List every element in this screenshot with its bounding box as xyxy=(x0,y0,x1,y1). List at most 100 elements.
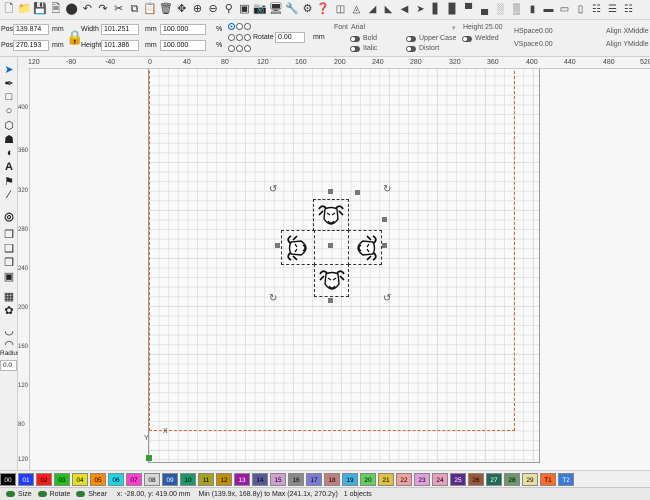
scale-handle-right[interactable] xyxy=(382,243,387,248)
rotate-toggle-switch[interactable] xyxy=(37,491,47,497)
skew-handle-top[interactable] xyxy=(355,190,360,195)
align-bottom-icon[interactable]: ▄ xyxy=(478,3,491,16)
palette-swatch-23[interactable]: 23 xyxy=(414,472,430,486)
ypos-input[interactable]: 270.193 xyxy=(13,40,49,51)
anchor-bottom-right-radio[interactable] xyxy=(244,45,251,52)
cut-out-icon[interactable]: ⬤ xyxy=(65,3,79,17)
measure-icon[interactable]: ∕ xyxy=(2,188,16,202)
welded-toggle[interactable] xyxy=(462,36,472,42)
width-percent-input[interactable]: 100.000 xyxy=(160,24,206,35)
group-icon[interactable]: ◫ xyxy=(334,3,347,16)
tools-icon[interactable]: 🔧 xyxy=(285,3,299,17)
palette-swatch-05[interactable]: 05 xyxy=(90,472,106,486)
boolean-subtract-icon[interactable]: ❒ xyxy=(2,255,16,269)
align-center-h-icon[interactable]: ░ xyxy=(494,3,507,16)
palette-swatch-03[interactable]: 03 xyxy=(54,472,70,486)
palette-swatch-07[interactable]: 07 xyxy=(126,472,142,486)
scale-handle-top[interactable] xyxy=(328,189,333,194)
make-same-height-icon[interactable]: ▯ xyxy=(574,3,587,16)
edit-nodes-icon[interactable]: ✒ xyxy=(2,76,16,90)
anchor-center-radio[interactable] xyxy=(236,34,243,41)
shear-toggle-switch[interactable] xyxy=(76,491,86,497)
ellipse-tool-icon[interactable]: ○ xyxy=(2,104,16,118)
copy-icon[interactable]: ⧉ xyxy=(128,3,142,17)
font-dropdown-arrow[interactable]: ▾ xyxy=(452,24,456,32)
align-left-icon[interactable]: ▋ xyxy=(430,3,443,16)
help-icon[interactable]: ❓ xyxy=(316,3,330,17)
rotate-handle-top-right[interactable]: ↻ xyxy=(383,185,391,195)
align-top-icon[interactable]: ▀ xyxy=(462,3,475,16)
palette-swatch-25[interactable]: 25 xyxy=(450,472,466,486)
width-input[interactable]: 101.251 xyxy=(101,24,139,35)
palette-swatch-22[interactable]: 22 xyxy=(396,472,412,486)
grid-array-icon[interactable]: ▦ xyxy=(2,289,16,303)
send-icon[interactable]: ➤ xyxy=(414,3,427,16)
rectangle-tool-icon[interactable]: □ xyxy=(2,90,16,104)
align-x-select[interactable]: Middle xyxy=(628,28,649,35)
spacing-icon[interactable]: ☰ xyxy=(606,3,619,16)
palette-swatch-26[interactable]: 26 xyxy=(468,472,484,486)
vspace-input[interactable]: 0.00 xyxy=(539,41,553,48)
selected-bull-top[interactable] xyxy=(313,199,349,231)
paste-icon[interactable]: 📋 xyxy=(143,3,157,17)
palette-swatch-06[interactable]: 06 xyxy=(108,472,124,486)
palette-swatch-00[interactable]: 00 xyxy=(0,472,16,486)
weld-icon[interactable]: ❐ xyxy=(2,227,16,241)
upper-case-toggle[interactable] xyxy=(406,36,416,42)
zoom-fit-icon[interactable]: ⚲ xyxy=(222,3,236,17)
palette-swatch-14[interactable]: 14 xyxy=(252,472,268,486)
settings-icon[interactable]: ⚙ xyxy=(301,3,315,17)
zoom-out-icon[interactable]: ⊖ xyxy=(206,3,220,17)
save-as-icon[interactable]: 🗎 xyxy=(49,3,63,17)
rotate-input[interactable]: 0.00 xyxy=(275,32,305,43)
delete-icon[interactable]: 🗑 xyxy=(159,3,173,17)
scale-handle-left[interactable] xyxy=(275,243,280,248)
anchor-middle-right-radio[interactable] xyxy=(244,34,251,41)
rotate-handle-bottom-left[interactable]: ↻ xyxy=(269,294,277,304)
palette-swatch-21[interactable]: 21 xyxy=(378,472,394,486)
circular-array-icon[interactable]: ✿ xyxy=(2,303,16,317)
boolean-intersect-icon[interactable]: ▣ xyxy=(2,269,16,283)
palette-swatch-10[interactable]: 10 xyxy=(180,472,196,486)
flip-horizontal-icon[interactable]: ◢ xyxy=(366,3,379,16)
text-tool-icon[interactable]: A xyxy=(2,160,16,174)
italic-toggle[interactable] xyxy=(350,46,360,52)
dock-icon[interactable]: ☷ xyxy=(622,3,635,16)
bold-toggle[interactable] xyxy=(350,36,360,42)
center-handle[interactable] xyxy=(328,243,333,248)
anchor-bottom-left-radio[interactable] xyxy=(228,45,235,52)
align-y-select[interactable]: Middle xyxy=(628,41,649,48)
palette-swatch-29[interactable]: 29 xyxy=(522,472,538,486)
rotate-toggle[interactable]: Rotate xyxy=(37,491,70,498)
scale-handle-bottom[interactable] xyxy=(328,298,333,303)
boolean-union-icon[interactable]: ❑ xyxy=(2,241,16,255)
polygon-tool-icon[interactable]: ⬡ xyxy=(2,118,16,132)
rotate-handle-top-left[interactable]: ↺ xyxy=(269,185,277,195)
anchor-top-center-radio[interactable] xyxy=(236,23,243,30)
distribute-v-icon[interactable]: ▬ xyxy=(542,3,555,16)
fillet-tool-icon[interactable]: ◠ xyxy=(2,337,16,351)
palette-swatch-08[interactable]: 08 xyxy=(144,472,160,486)
font-select[interactable]: Arial xyxy=(351,24,365,31)
redo-icon[interactable]: ↷ xyxy=(96,3,110,17)
palette-swatch-01[interactable]: 01 xyxy=(18,472,34,486)
monitor-icon[interactable]: 🖥 xyxy=(269,3,283,17)
palette-swatch-17[interactable]: 17 xyxy=(306,472,322,486)
scissors-icon[interactable]: ✂ xyxy=(112,3,126,17)
align-right-icon[interactable]: ▉ xyxy=(446,3,459,16)
anchor-middle-left-radio[interactable] xyxy=(228,34,235,41)
ungroup-icon[interactable]: ◬ xyxy=(350,3,363,16)
camera-icon[interactable]: 📷 xyxy=(253,3,267,17)
align-center-v-icon[interactable]: ▒ xyxy=(510,3,523,16)
palette-swatch-24[interactable]: 24 xyxy=(432,472,448,486)
palette-swatch-t1[interactable]: T1 xyxy=(540,472,556,486)
path-tool-icon[interactable]: ◖ xyxy=(2,146,16,160)
selected-bull-right[interactable] xyxy=(348,230,382,265)
select-tool-icon[interactable]: ➤ xyxy=(2,62,16,76)
undo-icon[interactable]: ↶ xyxy=(80,3,94,17)
workspace-canvas[interactable]: X Y ↺ ↻ ↻ ↺ xyxy=(30,69,650,470)
palette-swatch-15[interactable]: 15 xyxy=(270,472,286,486)
selected-bull-bottom[interactable] xyxy=(314,264,349,297)
save-icon[interactable]: 💾 xyxy=(33,3,47,17)
offset-icon[interactable]: ◎ xyxy=(2,209,16,223)
